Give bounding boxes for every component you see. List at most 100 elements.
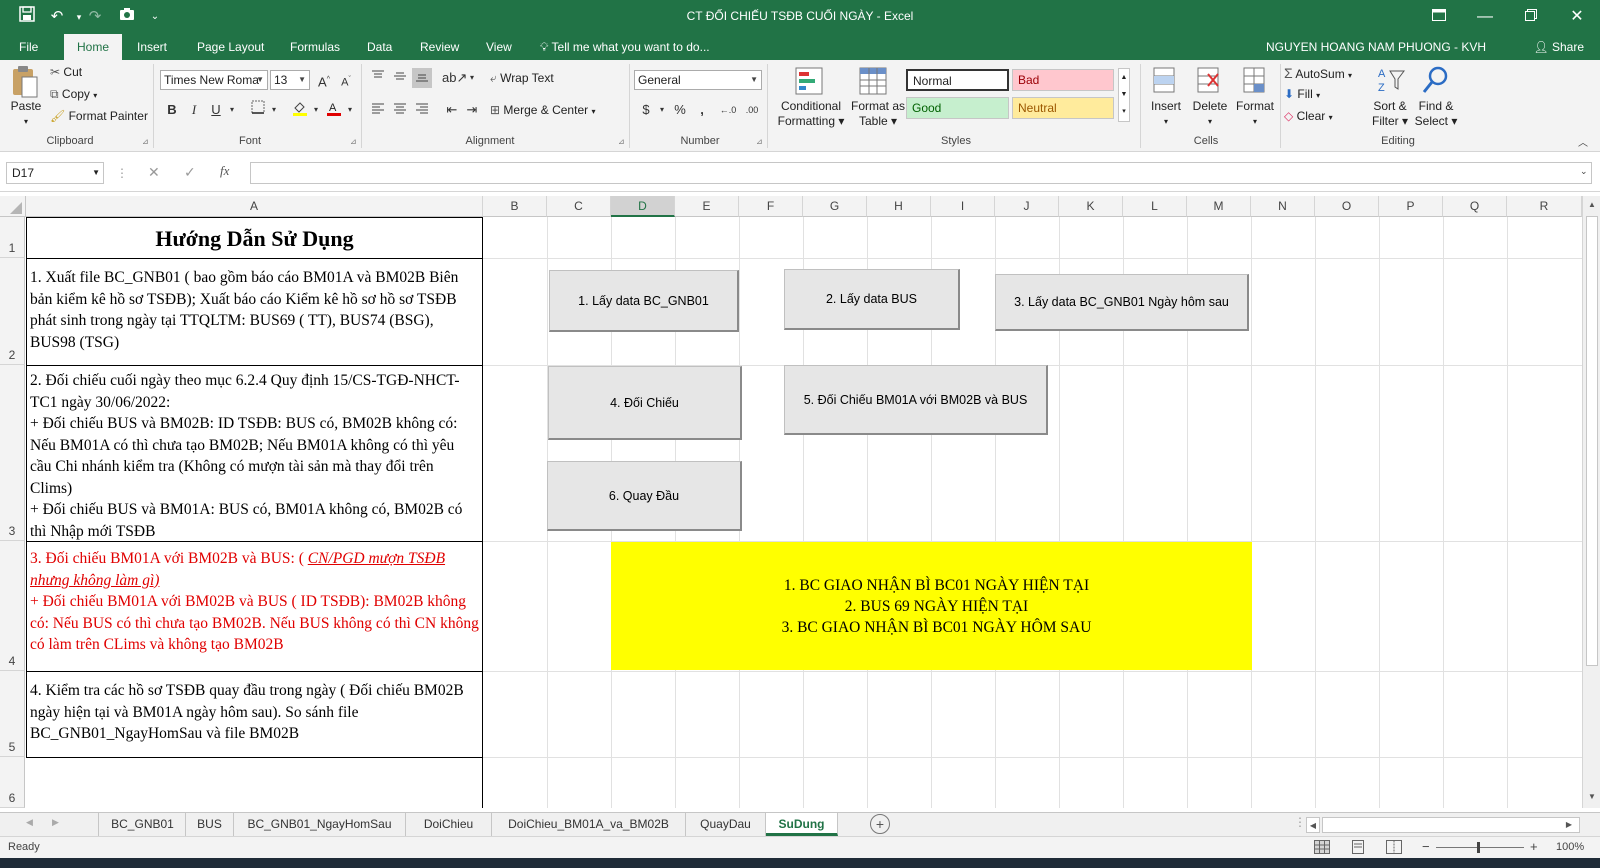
- restore-icon[interactable]: [1516, 4, 1546, 30]
- fill-color-dropdown-icon[interactable]: ▾: [306, 100, 326, 120]
- sheet-tab-sudung[interactable]: SuDung: [766, 813, 838, 836]
- column-header-n[interactable]: N: [1251, 196, 1315, 217]
- scroll-right-icon[interactable]: ▶: [1562, 817, 1576, 833]
- style-neutral[interactable]: Neutral: [1012, 97, 1114, 119]
- row-header-1[interactable]: 1: [0, 217, 25, 258]
- sheet-tab-bc-gnb01[interactable]: BC_GNB01: [100, 813, 186, 836]
- zoom-slider-thumb[interactable]: [1477, 842, 1480, 853]
- horizontal-scrollbar[interactable]: [1322, 817, 1580, 833]
- font-launcher-icon[interactable]: ⊿: [350, 137, 357, 146]
- column-header-o[interactable]: O: [1315, 196, 1379, 217]
- select-all-corner[interactable]: [0, 196, 26, 217]
- macro-button-reconcile-bm01a-bm02b-bus[interactable]: 5. Đối Chiếu BM01A với BM02B và BUS: [784, 365, 1048, 435]
- row-header-3[interactable]: 3: [0, 365, 25, 541]
- confirm-entry-icon[interactable]: ✓: [184, 164, 196, 181]
- row-header-4[interactable]: 4: [0, 541, 25, 671]
- share-button[interactable]: 👤︎ Share: [1527, 37, 1590, 57]
- page-layout-view-icon[interactable]: [1350, 840, 1366, 857]
- find-select-button[interactable]: Find & Select ▾: [1414, 99, 1458, 129]
- underline-dropdown-icon[interactable]: ▾: [222, 100, 242, 120]
- increase-font-icon[interactable]: A^: [314, 70, 334, 90]
- worksheet-grid[interactable]: A B C D E F G H I J K L M N O P Q R 1 2 …: [0, 196, 1600, 808]
- column-header-j[interactable]: J: [995, 196, 1059, 217]
- align-top-icon[interactable]: [368, 68, 388, 88]
- align-right-icon[interactable]: [412, 100, 432, 120]
- column-header-a[interactable]: A: [26, 196, 483, 217]
- style-normal[interactable]: Normal: [906, 69, 1009, 91]
- formula-input[interactable]: [250, 162, 1592, 184]
- column-header-m[interactable]: M: [1187, 196, 1251, 217]
- column-header-p[interactable]: P: [1379, 196, 1443, 217]
- align-middle-icon[interactable]: [390, 68, 410, 88]
- insert-cells-button[interactable]: Insert: [1146, 99, 1186, 114]
- tab-page-layout[interactable]: Page Layout: [188, 34, 273, 60]
- row-header-6[interactable]: 6: [0, 757, 25, 808]
- style-bad[interactable]: Bad: [1012, 69, 1114, 91]
- conditional-formatting-icon[interactable]: [794, 66, 824, 99]
- column-header-f[interactable]: F: [739, 196, 803, 217]
- tab-review[interactable]: Review: [411, 34, 468, 60]
- tab-file[interactable]: File: [10, 34, 47, 60]
- column-header-e[interactable]: E: [675, 196, 739, 217]
- column-header-d[interactable]: D: [611, 196, 675, 217]
- merge-center-button[interactable]: ⊞ Merge & Center ▾: [490, 103, 595, 117]
- scroll-left-icon[interactable]: ◀: [1306, 817, 1320, 833]
- cancel-entry-icon[interactable]: ✕: [148, 164, 160, 181]
- delete-cells-icon[interactable]: [1194, 66, 1222, 99]
- next-sheet-icon[interactable]: ▶: [52, 817, 59, 828]
- cell-a1-heading[interactable]: Hướng Dẫn Sử Dụng: [26, 217, 483, 259]
- font-color-dropdown-icon[interactable]: ▾: [340, 100, 360, 120]
- format-painter-button[interactable]: 🖌︎ Format Painter: [50, 109, 148, 123]
- column-header-h[interactable]: H: [867, 196, 931, 217]
- delete-cells-button[interactable]: Delete: [1188, 99, 1232, 114]
- borders-dropdown-icon[interactable]: ▾: [264, 100, 284, 120]
- format-as-table-button[interactable]: Format as Table ▾: [848, 99, 908, 129]
- macro-button-get-bus[interactable]: 2. Lấy data BUS: [784, 269, 960, 330]
- orientation-dropdown-icon[interactable]: ▾: [462, 68, 482, 88]
- cell-a5[interactable]: 4. Kiểm tra các hồ sơ TSĐB quay đầu tron…: [26, 671, 483, 758]
- column-header-l[interactable]: L: [1123, 196, 1187, 217]
- sheet-tab-doichieu-bm01a-va-bm02b[interactable]: DoiChieu_BM01A_va_BM02B: [492, 813, 686, 836]
- add-sheet-icon[interactable]: +: [870, 814, 890, 834]
- styles-scroll[interactable]: ▲ ▼ ▾: [1118, 68, 1130, 122]
- sort-filter-icon[interactable]: AZ: [1376, 65, 1406, 98]
- currency-dropdown-icon[interactable]: ▾: [652, 100, 672, 120]
- cut-button[interactable]: ✂ Cut: [50, 65, 82, 79]
- cell-a4[interactable]: 3. Đối chiếu BM01A với BM02B và BUS: ( C…: [26, 541, 483, 672]
- tab-home[interactable]: Home: [64, 34, 122, 60]
- row-header-2[interactable]: 2: [0, 258, 25, 365]
- decrease-decimal-icon[interactable]: .00: [742, 100, 762, 120]
- zoom-in-icon[interactable]: +: [1530, 839, 1538, 854]
- name-box[interactable]: D17 ▼: [6, 162, 104, 184]
- scroll-down-icon[interactable]: ▼: [1585, 790, 1599, 804]
- insert-dropdown-icon[interactable]: ▾: [1146, 114, 1186, 129]
- clear-button[interactable]: ◇ Clear ▾: [1284, 109, 1333, 123]
- number-launcher-icon[interactable]: ⊿: [756, 137, 763, 146]
- alignment-launcher-icon[interactable]: ⊿: [618, 137, 625, 146]
- font-size-select[interactable]: 13 ▼: [270, 70, 310, 90]
- align-left-icon[interactable]: [368, 100, 388, 120]
- font-name-select[interactable]: Times New Roma ▼: [160, 70, 268, 90]
- delete-dropdown-icon[interactable]: ▾: [1188, 114, 1232, 129]
- autosum-button[interactable]: Σ AutoSum ▾: [1284, 65, 1352, 81]
- zoom-slider[interactable]: [1436, 847, 1524, 848]
- bold-icon[interactable]: B: [162, 100, 182, 120]
- macro-button-get-bc-gnb01[interactable]: 1. Lấy data BC_GNB01: [549, 270, 739, 332]
- fill-button[interactable]: ⬇ Fill ▾: [1284, 87, 1320, 101]
- increase-decimal-icon[interactable]: ←.0: [718, 100, 738, 120]
- formula-bar-grip-icon[interactable]: ⋮: [116, 166, 130, 180]
- paste-button[interactable]: Paste: [6, 99, 46, 114]
- tab-formulas[interactable]: Formulas: [281, 34, 349, 60]
- format-cells-button[interactable]: Format: [1232, 99, 1278, 114]
- vertical-scrollbar[interactable]: ▲ ▼: [1582, 196, 1600, 808]
- sort-filter-button[interactable]: Sort & Filter ▾: [1368, 99, 1412, 129]
- sheet-tab-doichieu[interactable]: DoiChieu: [406, 813, 492, 836]
- macro-button-u-turn[interactable]: 6. Quay Đầu: [547, 461, 742, 531]
- format-as-table-icon[interactable]: [858, 66, 888, 99]
- column-header-k[interactable]: K: [1059, 196, 1123, 217]
- macro-button-reconcile[interactable]: 4. Đối Chiếu: [548, 366, 742, 440]
- row-header-5[interactable]: 5: [0, 671, 25, 757]
- tab-view[interactable]: View: [477, 34, 521, 60]
- column-header-g[interactable]: G: [803, 196, 867, 217]
- page-break-view-icon[interactable]: [1386, 840, 1402, 857]
